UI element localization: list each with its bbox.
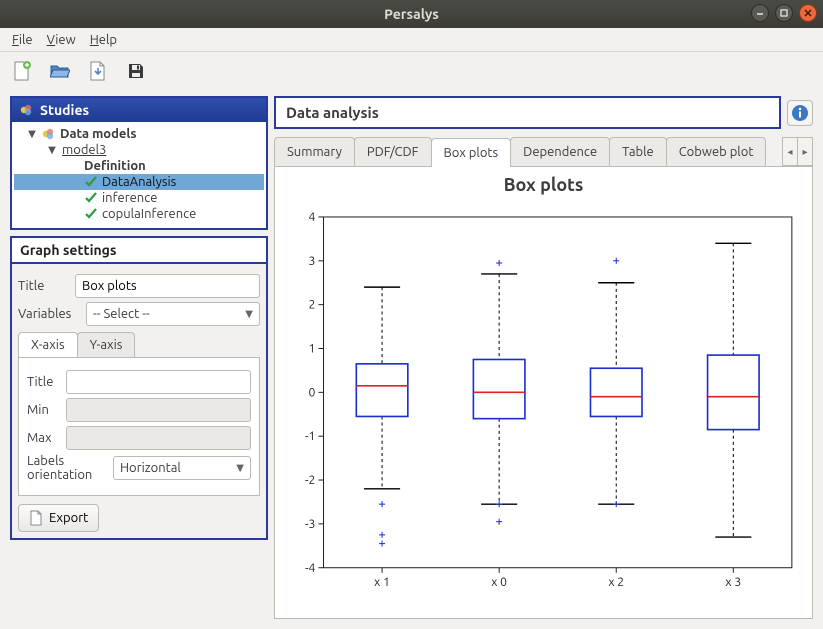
check-icon xyxy=(84,175,98,189)
tree-label-copula: copulaInference xyxy=(102,207,196,221)
left-column: Studies ▼ Data models ▼ model3 Definitio… xyxy=(10,96,268,619)
svg-text:x 1: x 1 xyxy=(374,576,390,589)
menu-file[interactable]: File xyxy=(6,31,39,49)
check-icon xyxy=(84,191,98,205)
axis-panel: Title Min Max Labels orientation xyxy=(18,357,260,496)
axis-orient-label: Labels orientation xyxy=(27,454,107,483)
tab-strip: Summary PDF/CDF Box plots Dependence Tab… xyxy=(274,137,813,167)
info-icon xyxy=(791,104,809,122)
toolbar xyxy=(0,52,823,90)
svg-text:1: 1 xyxy=(309,343,316,356)
tab-table[interactable]: Table xyxy=(609,137,667,166)
axis-max-input xyxy=(66,426,251,450)
tab-yaxis[interactable]: Y-axis xyxy=(77,332,136,357)
info-button[interactable] xyxy=(787,100,813,126)
axis-orient-select[interactable]: Horizontal ▼ xyxy=(113,456,251,480)
axis-min-label: Min xyxy=(27,403,60,417)
menu-view-label: iew xyxy=(55,33,75,47)
graph-settings-panel: Graph settings Title Variables -- Select… xyxy=(10,236,268,540)
gs-variables-select[interactable]: -- Select -- ▼ xyxy=(86,302,260,326)
axis-max-label: Max xyxy=(27,431,60,445)
svg-text:4: 4 xyxy=(309,211,316,224)
axis-title-label: Title xyxy=(27,375,60,389)
tab-summary[interactable]: Summary xyxy=(274,137,355,166)
tree-label-data-models: Data models xyxy=(60,127,136,141)
tab-pdfcdf[interactable]: PDF/CDF xyxy=(354,137,432,166)
graph-settings-body: Title Variables -- Select -- ▼ X-axis Y-… xyxy=(12,264,266,538)
studies-tree: ▼ Data models ▼ model3 Definition DataAn… xyxy=(12,122,266,228)
tree-row-data-models[interactable]: ▼ Data models xyxy=(14,126,264,142)
gs-title-input[interactable] xyxy=(75,274,260,298)
import-icon[interactable] xyxy=(86,59,110,83)
svg-text:-3: -3 xyxy=(305,518,315,531)
menu-view[interactable]: View xyxy=(41,31,82,49)
chevron-down-icon: ▼ xyxy=(245,308,253,320)
open-file-icon[interactable] xyxy=(48,59,72,83)
axis-title-input[interactable] xyxy=(66,370,251,394)
svg-text:-4: -4 xyxy=(305,562,316,575)
export-label: Export xyxy=(49,511,88,525)
tab-xaxis[interactable]: X-axis xyxy=(18,332,78,357)
export-button[interactable]: Export xyxy=(18,504,99,532)
minimize-button[interactable] xyxy=(751,4,769,22)
tab-scroll-left[interactable]: ◂ xyxy=(782,137,798,166)
tree-row-dataanalysis[interactable]: DataAnalysis xyxy=(14,174,264,190)
chevron-down-icon: ▼ xyxy=(46,144,58,156)
new-file-icon[interactable] xyxy=(10,59,34,83)
svg-text:x 0: x 0 xyxy=(491,576,507,589)
tree-label-inference: inference xyxy=(102,191,157,205)
tree-row-inference[interactable]: inference xyxy=(14,190,264,206)
check-icon xyxy=(84,207,98,221)
tree-label-model: model3 xyxy=(62,143,106,157)
graph-settings-header: Graph settings xyxy=(12,238,266,264)
menu-help[interactable]: Help xyxy=(84,31,123,49)
svg-text:-1: -1 xyxy=(305,430,315,443)
boxplot-chart: -4 -3 -2 -1 0 1 2 3 4 x 1 x 0 x 2 x 3 xyxy=(285,199,802,608)
tree-row-model[interactable]: ▼ model3 xyxy=(14,142,264,158)
right-column: Data analysis Summary PDF/CDF Box plots … xyxy=(274,96,813,619)
tab-cobweb[interactable]: Cobweb plot xyxy=(666,137,767,166)
window-title: Persalys xyxy=(384,6,439,22)
studies-header: Studies xyxy=(12,98,266,122)
studies-icon xyxy=(20,103,34,117)
main-layout: Studies ▼ Data models ▼ model3 Definitio… xyxy=(0,90,823,629)
gs-variables-label: Variables xyxy=(18,307,80,321)
svg-text:x 3: x 3 xyxy=(725,576,741,589)
tree-label-dataanalysis: DataAnalysis xyxy=(102,175,176,189)
save-icon[interactable] xyxy=(124,59,148,83)
export-icon xyxy=(29,510,43,526)
titlebar: Persalys xyxy=(0,0,823,28)
svg-text:x 2: x 2 xyxy=(608,576,624,589)
gs-variables-value: -- Select -- xyxy=(93,307,150,321)
maximize-button[interactable] xyxy=(775,4,793,22)
tree-row-copula[interactable]: copulaInference xyxy=(14,206,264,222)
studies-panel: Studies ▼ Data models ▼ model3 Definitio… xyxy=(10,96,268,230)
tab-boxplots[interactable]: Box plots xyxy=(431,138,512,167)
tab-scroll-right[interactable]: ▸ xyxy=(797,137,813,166)
axis-min-input xyxy=(66,398,251,422)
tree-row-definition[interactable]: Definition xyxy=(14,158,264,174)
svg-text:0: 0 xyxy=(309,386,316,399)
data-analysis-header: Data analysis xyxy=(274,96,781,129)
axis-tabs: X-axis Y-axis xyxy=(18,332,260,357)
tab-dependence[interactable]: Dependence xyxy=(510,137,610,166)
data-models-icon xyxy=(42,127,56,141)
window-controls xyxy=(751,4,817,22)
close-button[interactable] xyxy=(799,4,817,22)
chevron-down-icon: ▼ xyxy=(26,128,38,140)
chevron-down-icon: ▼ xyxy=(236,462,244,474)
gs-title-label: Title xyxy=(18,279,69,293)
svg-text:-2: -2 xyxy=(305,474,315,487)
menu-file-label: ile xyxy=(19,33,33,47)
studies-title: Studies xyxy=(40,102,89,118)
tab-scroll: ◂ ▸ xyxy=(783,137,813,166)
svg-text:3: 3 xyxy=(309,255,316,268)
svg-text:2: 2 xyxy=(309,299,316,312)
menu-help-label: elp xyxy=(99,33,117,47)
tree-label-definition: Definition xyxy=(84,159,146,173)
axis-orient-value: Horizontal xyxy=(120,461,181,475)
menubar: File View Help xyxy=(0,28,823,52)
plot-area: Box plots -4 -3 -2 -1 0 1 2 3 4 x 1 x 0 x 2 x 3 xyxy=(274,167,813,619)
plot-title: Box plots xyxy=(285,175,802,195)
